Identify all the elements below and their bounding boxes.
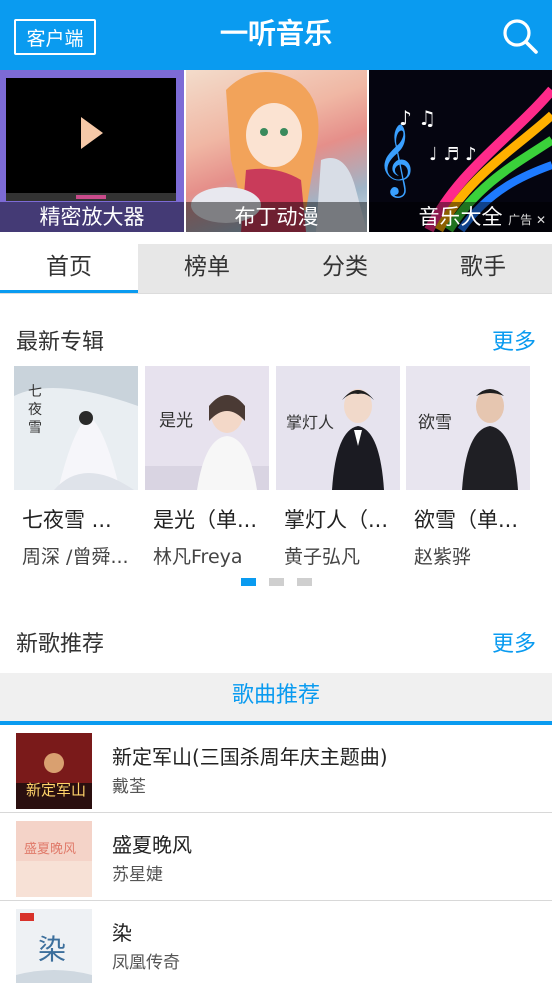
album-artist: 林凡Freya <box>153 546 243 568</box>
ad-close-tag[interactable]: 广告 ✕ <box>508 211 546 228</box>
svg-text:欲雪: 欲雪 <box>418 413 452 433</box>
tab-home[interactable]: 首页 <box>0 244 138 293</box>
song-row[interactable]: 盛夏晚风 盛夏晚风 苏星婕 <box>0 813 552 901</box>
album-artist: 黄子弘凡 <box>284 546 361 568</box>
song-artist: 苏星婕 <box>112 865 163 885</box>
tab-charts[interactable]: 榜单 <box>138 244 276 293</box>
banner-item-1[interactable]: 精密放大器 <box>0 70 184 232</box>
album-name: 七夜雪 ... <box>22 508 112 532</box>
song-cover: 染 <box>16 909 92 983</box>
svg-text:掌灯人: 掌灯人 <box>286 413 334 432</box>
video-progress-bar <box>6 193 176 201</box>
album-card[interactable]: 欲雪 欲雪（单... 赵紫骅 <box>406 366 530 568</box>
album-cover: 掌灯人 <box>276 366 400 490</box>
album-card[interactable]: 七 夜 雪 七夜雪 ... 周深 /曾舜... <box>14 366 138 568</box>
album-list: 七 夜 雪 七夜雪 ... 周深 /曾舜... 是光 是光（单... 林凡Fre… <box>14 366 552 576</box>
song-cover: 新定军山 <box>16 733 92 809</box>
album-cover: 七 夜 雪 <box>14 366 138 490</box>
svg-text:♩ ♬ ♪: ♩ ♬ ♪ <box>429 144 477 165</box>
tab-singers[interactable]: 歌手 <box>414 244 552 293</box>
divider <box>0 293 552 294</box>
svg-text:七: 七 <box>28 384 42 400</box>
song-row[interactable]: 新定军山 新定军山(三国杀周年庆主题曲) 戴荃 <box>0 725 552 813</box>
tab-categories[interactable]: 分类 <box>276 244 414 293</box>
album-artist: 赵紫骅 <box>414 546 472 568</box>
client-button[interactable]: 客户端 <box>14 19 96 55</box>
main-tabs: 首页 榜单 分类 歌手 <box>0 244 552 293</box>
album-cover: 是光 <box>145 366 269 490</box>
album-name: 掌灯人（... <box>284 508 389 532</box>
song-title: 染 <box>112 921 132 945</box>
banner-caption: 精密放大器 <box>0 202 184 232</box>
new-songs-title: 新歌推荐 <box>16 632 105 657</box>
banner-item-2[interactable]: 布丁动漫 <box>186 70 367 232</box>
pager-dot[interactable] <box>297 578 312 586</box>
song-artist: 凤凰传奇 <box>112 953 180 973</box>
search-icon[interactable] <box>500 16 540 56</box>
album-name: 是光（单... <box>153 508 258 532</box>
banner-caption: 布丁动漫 <box>186 202 367 232</box>
song-row[interactable]: 染 染 凤凰传奇 <box>0 901 552 983</box>
album-pager <box>241 578 312 586</box>
album-name: 欲雪（单... <box>414 508 519 532</box>
svg-text:♪ ♫: ♪ ♫ <box>399 106 436 130</box>
song-title: 盛夏晚风 <box>112 833 192 857</box>
svg-text:新定军山: 新定军山 <box>26 781 86 799</box>
svg-text:染: 染 <box>38 933 66 966</box>
song-cover: 盛夏晚风 <box>16 821 92 897</box>
svg-text:夜: 夜 <box>28 402 42 418</box>
svg-text:盛夏晚风: 盛夏晚风 <box>24 842 76 857</box>
svg-text:雪: 雪 <box>28 420 42 436</box>
album-card[interactable]: 掌灯人 掌灯人（... 黄子弘凡 <box>276 366 400 568</box>
album-card[interactable]: 是光 是光（单... 林凡Freya <box>145 366 269 568</box>
banner-item-3[interactable]: 𝄞 ♪ ♫ ♩ ♬ ♪ 音乐大全 广告 ✕ <box>369 70 552 232</box>
latest-albums-more-link[interactable]: 更多 <box>492 324 536 356</box>
song-recommend-tab[interactable]: 歌曲推荐 <box>0 673 552 721</box>
latest-albums-title: 最新专辑 <box>16 330 105 355</box>
pager-dot[interactable] <box>269 578 284 586</box>
app-header: 客户端 一听音乐 <box>0 0 552 70</box>
album-cover: 欲雪 <box>406 366 530 490</box>
play-icon <box>81 117 103 149</box>
song-artist: 戴荃 <box>112 777 146 797</box>
svg-text:是光: 是光 <box>159 411 193 431</box>
album-artist: 周深 /曾舜... <box>22 546 129 568</box>
svg-text:𝄞: 𝄞 <box>377 122 414 198</box>
banner-carousel: 精密放大器 布丁动漫 𝄞 ♪ ♫ ♩ ♬ ♪ 音乐大全 广告 ✕ <box>0 70 552 232</box>
song-title: 新定军山(三国杀周年庆主题曲) <box>112 745 388 769</box>
new-songs-more-link[interactable]: 更多 <box>492 626 536 658</box>
pager-dot[interactable] <box>241 578 256 586</box>
